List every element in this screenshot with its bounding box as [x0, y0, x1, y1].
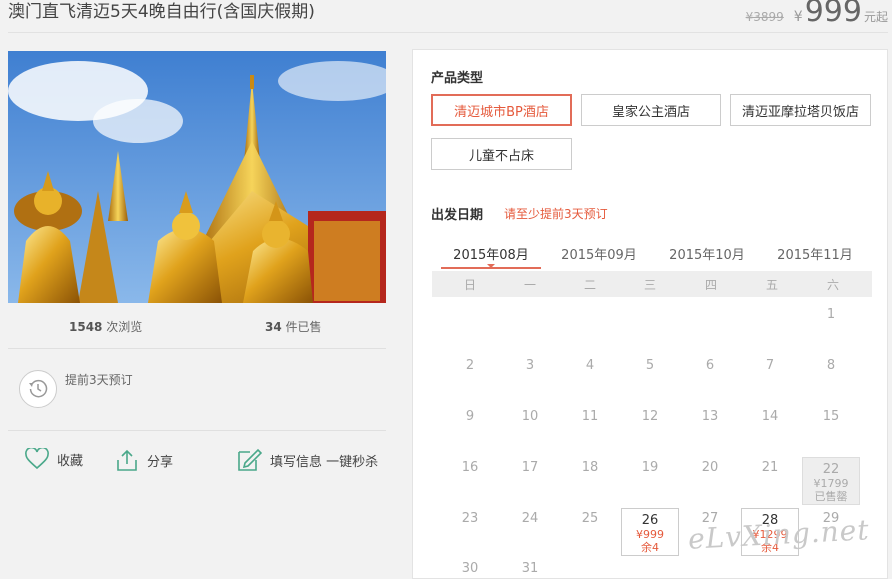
product-type-option-child-no-bed[interactable]: 儿童不占床: [431, 138, 572, 170]
share-label: 分享: [147, 454, 174, 470]
view-count: 1548 次浏览: [69, 318, 142, 335]
product-type-option-bp-hotel[interactable]: 清迈城市BP酒店: [431, 94, 572, 126]
sold-count: 34 件已售: [265, 318, 322, 335]
price-area: ¥3899 ¥ 999 元起: [746, 0, 888, 29]
original-price: ¥3899: [745, 10, 784, 24]
favorite-label: 收藏: [57, 453, 84, 469]
weekday-sun: 日: [463, 278, 476, 292]
sold-count-label: 件已售: [285, 320, 322, 334]
stats-divider: [8, 348, 386, 349]
calendar-day-25: 25: [581, 511, 599, 526]
calendar-day-7: 7: [765, 358, 775, 373]
calendar-day-11: 11: [581, 409, 599, 424]
share-icon: [117, 449, 137, 471]
weekday-tue: 二: [583, 278, 596, 292]
calendar-day-21: 21: [761, 460, 779, 475]
calendar-day-9: 9: [465, 409, 475, 424]
edit-icon: [238, 448, 262, 471]
month-tab-2015-10[interactable]: 2015年10月: [657, 244, 757, 267]
month-tab-2015-09[interactable]: 2015年09月: [549, 244, 649, 267]
clock-icon: [29, 379, 48, 398]
calendar-day-17: 17: [521, 460, 539, 475]
fill-info-button[interactable]: 填写信息 一键秒杀: [236, 448, 378, 472]
view-count-number: 1548: [69, 320, 103, 334]
advance-booking-tip: 请至少提前3天预订: [504, 207, 608, 221]
calendar-day-22-status: 已售罄: [814, 490, 848, 503]
product-photo: [8, 51, 386, 303]
weekday-thu: 四: [704, 278, 717, 292]
calendar-day-19: 19: [641, 460, 659, 475]
calendar-day-20: 20: [701, 460, 719, 475]
view-count-label: 次浏览: [106, 320, 143, 334]
advance-booking-badge: [19, 370, 57, 408]
weekday-sat: 六: [826, 278, 839, 292]
product-title: 澳门直飞清迈5天4晚自由行(含国庆假期): [8, 2, 315, 22]
calendar-day-26-available[interactable]: 26 ¥999 余4: [621, 508, 679, 556]
sold-count-number: 34: [265, 320, 282, 334]
weekday-wed: 三: [643, 278, 656, 292]
calendar-day-22-price: ¥1799: [813, 477, 849, 490]
calendar-day-22-number: 22: [822, 462, 840, 477]
calendar-day-12: 12: [641, 409, 659, 424]
calendar-day-16: 16: [461, 460, 479, 475]
calendar-day-22-soldout: 22 ¥1799 已售罄: [802, 457, 860, 505]
calendar-day-5: 5: [645, 358, 655, 373]
fill-info-label: 填写信息 一键秒杀: [270, 454, 379, 470]
calendar-day-26-price: ¥999: [636, 528, 664, 541]
calendar-day-18: 18: [581, 460, 599, 475]
calendar-day-1: 1: [826, 307, 836, 322]
calendar-day-8: 8: [826, 358, 836, 373]
calendar-day-2: 2: [465, 358, 475, 373]
calendar-day-10: 10: [521, 409, 539, 424]
weekday-header: 日 一 二 三 四 五 六: [432, 271, 872, 297]
temple-photo-illustration: [8, 51, 386, 303]
product-type-option-royal-princess[interactable]: 皇家公主酒店: [581, 94, 721, 126]
calendar-day-23: 23: [461, 511, 479, 526]
calendar-day-6: 6: [705, 358, 715, 373]
product-type-option-amora-tapae[interactable]: 清迈亚摩拉塔贝饭店: [730, 94, 871, 126]
weekday-mon: 一: [523, 278, 536, 292]
advance-divider: [8, 430, 386, 431]
calendar-day-4: 4: [585, 358, 595, 373]
calendar-day-3: 3: [525, 358, 535, 373]
active-month-caret: [487, 264, 495, 268]
share-button[interactable]: 分享: [115, 448, 173, 472]
current-price: 999: [804, 0, 862, 29]
currency-symbol: ¥: [793, 9, 803, 25]
weekday-fri: 五: [765, 278, 778, 292]
header-divider: [8, 32, 888, 33]
product-type-label: 产品类型: [431, 71, 484, 86]
heart-icon: [25, 448, 49, 470]
calendar-day-26-number: 26: [641, 513, 659, 528]
advance-booking-text: 提前3天预订: [65, 373, 133, 387]
month-tab-2015-11[interactable]: 2015年11月: [765, 244, 865, 267]
departure-date-label: 出发日期: [431, 208, 484, 223]
price-suffix: 元起: [863, 10, 888, 24]
calendar-day-14: 14: [761, 409, 779, 424]
calendar-day-15: 15: [822, 409, 840, 424]
calendar-day-24: 24: [521, 511, 539, 526]
favorite-button[interactable]: 收藏: [25, 448, 83, 470]
calendar-day-26-status: 余4: [641, 541, 659, 554]
calendar-day-13: 13: [701, 409, 719, 424]
